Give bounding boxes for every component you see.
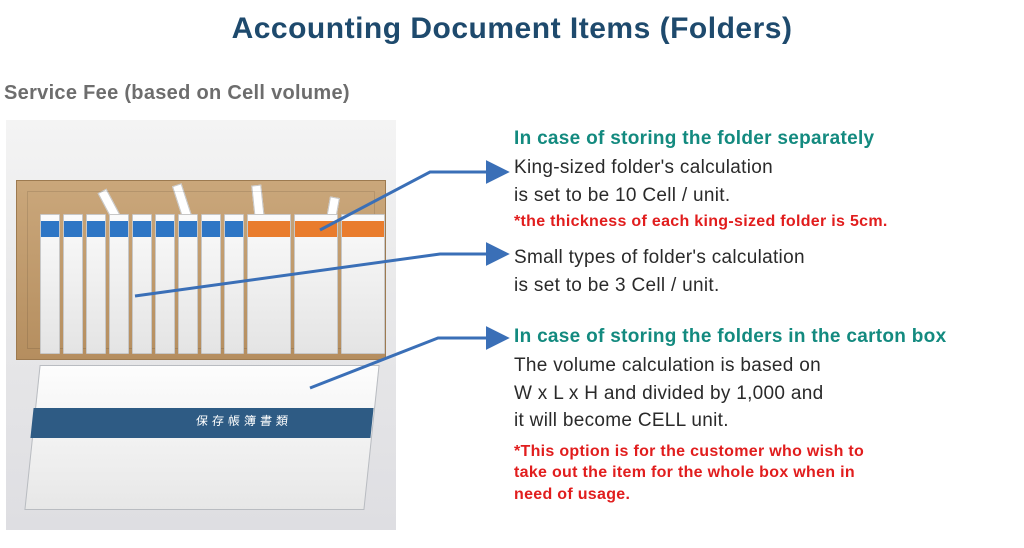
king-folder	[247, 214, 291, 354]
king-folder	[341, 214, 385, 354]
small-folder	[63, 214, 83, 354]
page: Accounting Document Items (Folders) Serv…	[0, 0, 1024, 548]
small-folder	[132, 214, 152, 354]
page-title: Accounting Document Items (Folders)	[0, 12, 1024, 46]
king-folder-text: King-sized folder's calculation is set t…	[514, 154, 1006, 209]
text-line: need of usage.	[514, 486, 630, 503]
small-folder	[224, 214, 244, 354]
section-separate: In case of storing the folder separately…	[514, 128, 1006, 233]
carton-body-text: The volume calculation is based on W x L…	[514, 352, 1006, 435]
small-folder	[178, 214, 198, 354]
service-fee-subtitle: Service Fee (based on Cell volume)	[4, 82, 350, 105]
small-folder	[201, 214, 221, 354]
text-line: W x L x H and divided by 1,000 and	[514, 383, 823, 404]
carton-label: 保存帳簿書類	[195, 412, 317, 429]
section-small-folder: Small types of folder's calculation is s…	[514, 244, 1006, 299]
text-line: King-sized folder's calculation	[514, 157, 773, 178]
text-line: is set to be 10 Cell / unit.	[514, 185, 730, 206]
small-folder-text: Small types of folder's calculation is s…	[514, 244, 1006, 299]
small-folder	[155, 214, 175, 354]
text-line: take out the item for the whole box when…	[514, 464, 855, 481]
section-carton: In case of storing the folders in the ca…	[514, 326, 1006, 505]
small-folder	[40, 214, 60, 354]
section-heading: In case of storing the folder separately	[514, 128, 1006, 150]
text-line: *This option is for the customer who wis…	[514, 443, 864, 460]
folders-row	[40, 204, 360, 354]
carton-note: *This option is for the customer who wis…	[514, 441, 1006, 506]
section-heading: In case of storing the folders in the ca…	[514, 326, 1006, 348]
king-folder	[294, 214, 338, 354]
storage-box-illustration: 保存帳簿書類	[6, 120, 396, 530]
text-line: The volume calculation is based on	[514, 355, 821, 376]
small-folder	[109, 214, 129, 354]
king-folder-note: *the thickness of each king-sized folder…	[514, 211, 1006, 233]
text-line: Small types of folder's calculation	[514, 247, 805, 268]
small-folder	[86, 214, 106, 354]
text-line: is set to be 3 Cell / unit.	[514, 275, 720, 296]
text-line: it will become CELL unit.	[514, 410, 729, 431]
